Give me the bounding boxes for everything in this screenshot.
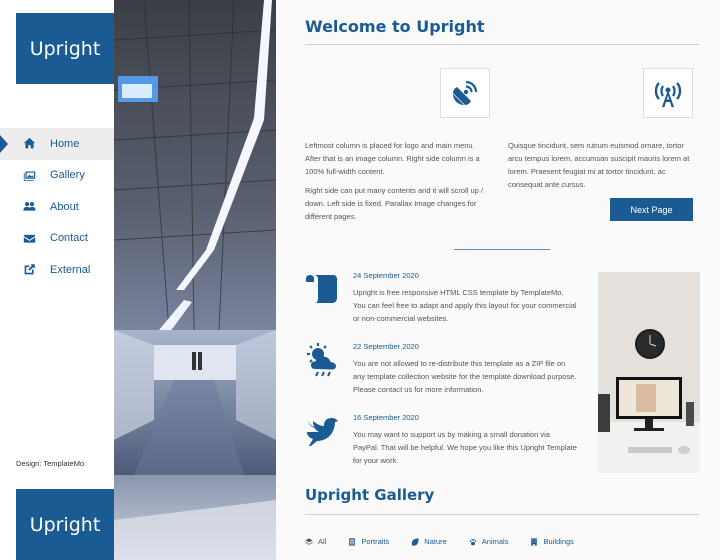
news-date: 16 September 2020 [353,413,419,422]
nav-label-external: External [50,263,91,276]
news-text: You may want to support us by making a s… [353,430,577,465]
broadcast-tower-icon [643,68,693,118]
nav-item-home[interactable]: Home [0,128,114,160]
nav-item-about[interactable]: About [0,191,114,223]
next-page-button[interactable]: Next Page [610,198,693,221]
cloud-sun-rain-icon [305,342,341,378]
filter-label: Animals [481,537,509,546]
news-date: 24 September 2020 [353,271,419,280]
building-icon [531,537,538,546]
filter-buildings[interactable]: Buildings [530,537,574,546]
page-title: Welcome to Upright [305,17,485,36]
external-link-icon [22,263,36,277]
nav-item-contact[interactable]: Contact [0,223,114,255]
site-logo-repeat[interactable]: Upright [16,489,114,560]
main-nav: Home Gallery About Contact External [0,128,114,286]
news-date: 22 September 2020 [353,342,419,351]
workspace-photo [598,272,700,473]
site-logo[interactable]: Upright [16,13,114,84]
dove-icon [305,413,341,449]
nav-label-home: Home [50,137,80,150]
satellite-dish-icon [440,68,490,118]
filter-label: Portraits [361,537,390,546]
parallax-image [114,0,276,560]
filter-nature[interactable]: Nature [411,537,447,546]
news-item: 24 September 2020 Upright is free respon… [305,271,577,331]
nav-label-about: About [50,200,79,213]
gallery-rule [305,514,699,515]
envelope-icon [22,231,36,245]
layers-icon [305,537,313,545]
news-item: 22 September 2020 You are not allowed to… [305,342,577,402]
paw-icon [469,538,476,545]
portrait-icon [349,537,356,546]
intro-paragraph-2: Right side can put many contents and it … [305,186,484,221]
news-text: Upright is free responsive HTML CSS temp… [353,288,577,323]
users-icon [22,200,36,214]
filter-animals[interactable]: Animals [469,537,509,546]
filter-label: All [318,537,327,546]
images-icon [22,168,36,182]
nav-label-contact: Contact [50,232,88,245]
filter-label: Nature [424,537,447,546]
news-item: 16 September 2020 You may want to suppor… [305,413,577,473]
section-divider [454,249,550,250]
gallery-filters: All Portraits Nature Animals Buildings [305,537,705,546]
home-icon [22,137,36,151]
intro-paragraph-1: Leftmost column is placed for logo and m… [305,141,480,176]
main-content: Welcome to Upright Leftmost column is pl… [276,0,720,560]
nav-item-gallery[interactable]: Gallery [0,160,114,192]
filter-portraits[interactable]: Portraits [348,537,389,546]
nav-item-external[interactable]: External [0,254,114,286]
leaf-icon [412,537,419,546]
sidebar: Upright Home Gallery About Contact Exter… [0,0,114,560]
gallery-title: Upright Gallery [305,486,435,504]
scroll-icon [305,271,341,307]
nav-label-gallery: Gallery [50,169,85,182]
design-credit[interactable]: Design: TemplateMo [16,459,84,468]
news-text: You are not allowed to re-distribute thi… [353,359,577,394]
filter-label: Buildings [543,537,574,546]
intro-paragraph-3: Quisque tincidunt, sem rutrum euismod or… [508,141,690,189]
title-rule [305,44,699,45]
active-indicator [0,134,8,153]
filter-all[interactable]: All [305,537,326,546]
